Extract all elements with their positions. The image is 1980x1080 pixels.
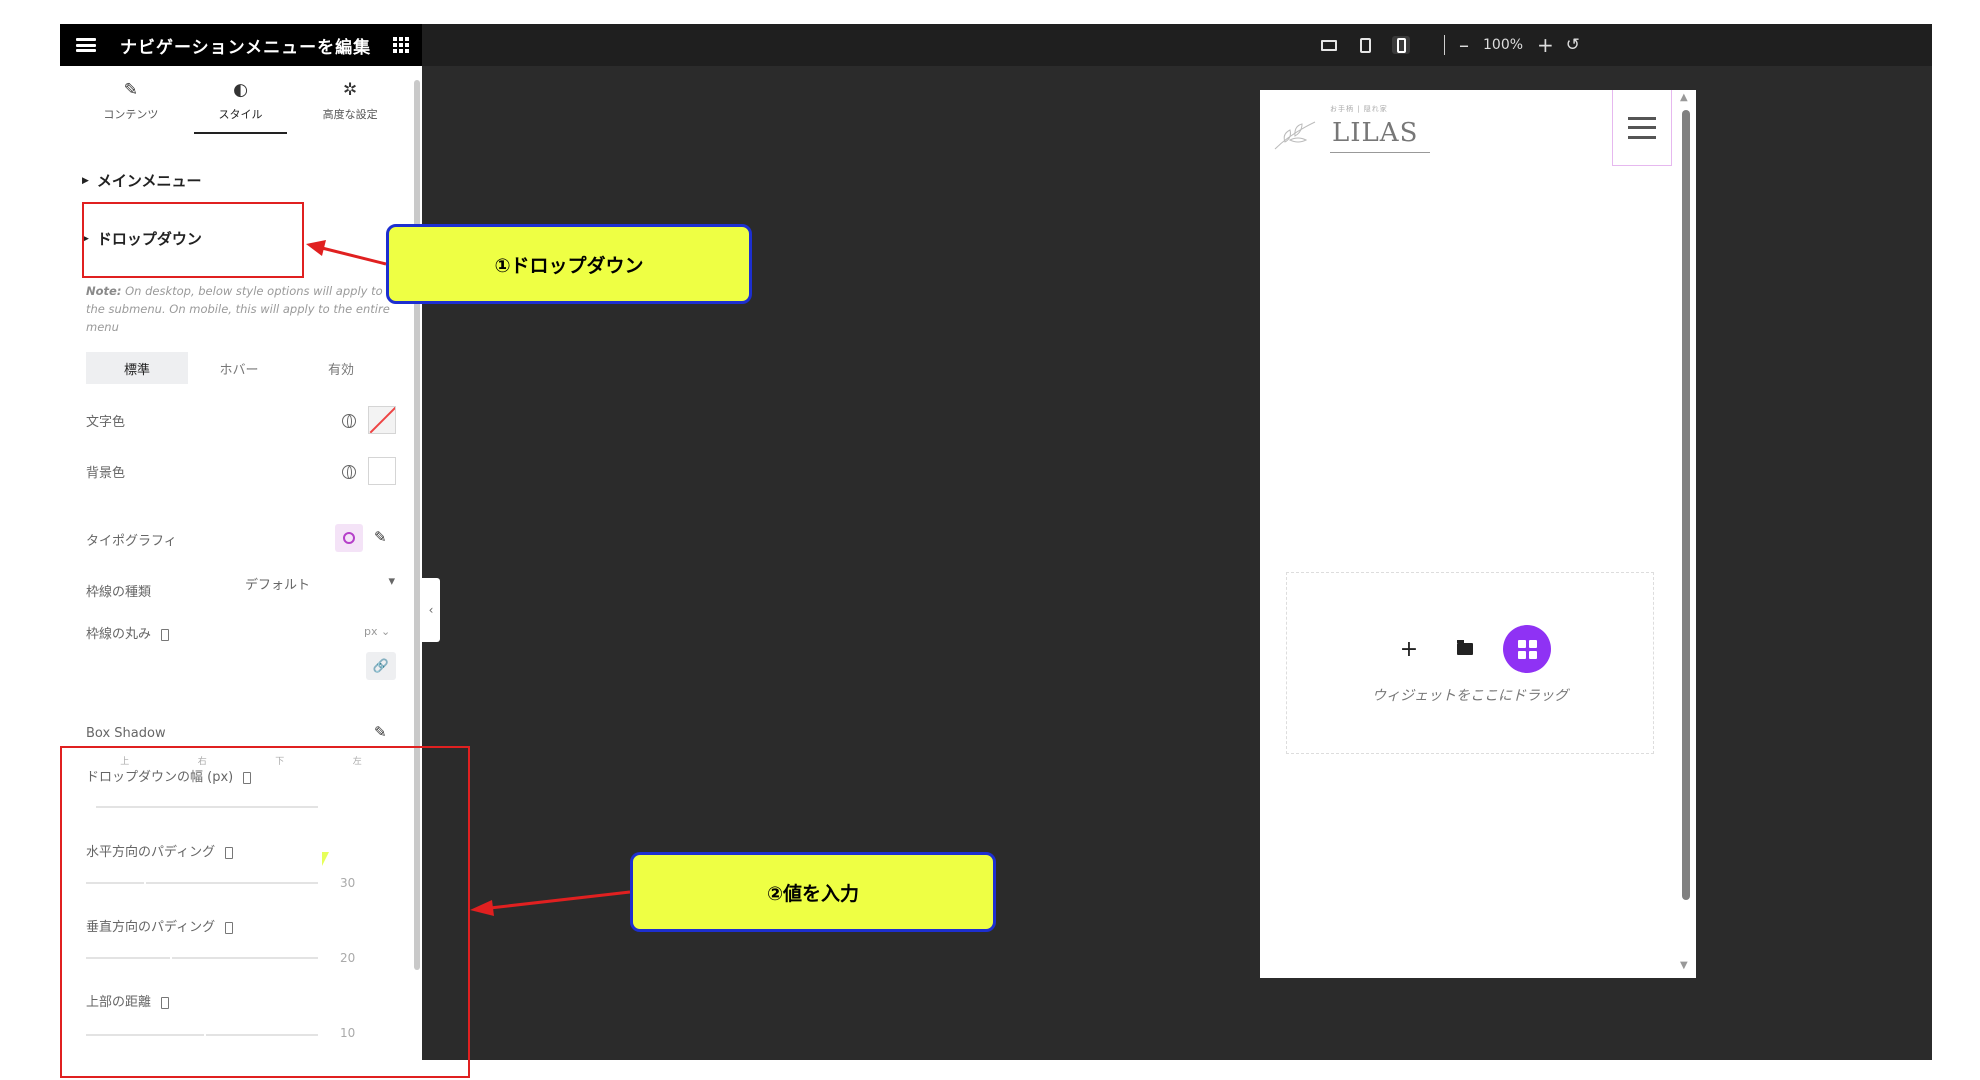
add-widget-kit-button[interactable] bbox=[1503, 625, 1551, 673]
site-logo[interactable]: LILAS bbox=[1332, 118, 1418, 148]
border-radius-label: 枠線の丸み bbox=[86, 623, 170, 642]
zoom-level: 100% bbox=[1483, 37, 1524, 53]
border-type-label: 枠線の種類 bbox=[86, 585, 152, 600]
note-text: On desktop, below style options will app… bbox=[86, 284, 390, 334]
mobile-preview: お手柄 | 隠れ家 LILAS ▲ ▼ + ウィジェットをここにドラッグ bbox=[1260, 90, 1696, 978]
border-type-select[interactable]: デフォルト ▾ bbox=[245, 574, 395, 593]
panel-tabs: ✎ コンテンツ ◐ スタイル ✲ 高度な設定 bbox=[60, 66, 421, 136]
scroll-down-arrow-icon[interactable]: ▼ bbox=[1680, 960, 1688, 971]
panel-header: ナビゲーションメニューを編集 bbox=[60, 24, 422, 66]
tab-advanced-label: 高度な設定 bbox=[322, 108, 378, 121]
edit-typography-icon[interactable]: ✎ bbox=[374, 528, 387, 546]
unit-select[interactable]: px ⌄ bbox=[364, 625, 390, 638]
dropdown-note: Note: On desktop, below style options wi… bbox=[86, 282, 396, 336]
caret-right-icon: ▶ bbox=[82, 175, 89, 186]
tab-style-label: スタイル bbox=[218, 108, 263, 121]
drop-zone-text: ウィジェットをここにドラッグ bbox=[1372, 688, 1568, 704]
desktop-view-button[interactable] bbox=[1320, 36, 1338, 54]
tab-content[interactable]: ✎ コンテンツ bbox=[76, 66, 186, 136]
panel-title: ナビゲーションメニューを編集 bbox=[120, 37, 372, 58]
tablet-view-button[interactable] bbox=[1356, 36, 1374, 54]
logo-underline bbox=[1330, 152, 1430, 153]
device-switcher: – 100% + ↺ bbox=[1320, 24, 1580, 66]
edit-box-shadow-icon[interactable]: ✎ bbox=[374, 723, 387, 741]
text-color-label: 文字色 bbox=[86, 415, 126, 430]
tab-active[interactable]: 有効 bbox=[290, 352, 392, 384]
tab-content-label: コンテンツ bbox=[103, 108, 159, 121]
tab-hover[interactable]: ホバー bbox=[188, 352, 290, 384]
hamburger-menu-icon[interactable] bbox=[76, 38, 96, 52]
mobile-icon bbox=[1396, 37, 1406, 53]
grid-icon bbox=[1517, 639, 1537, 659]
zoom-out-button[interactable]: – bbox=[1459, 33, 1469, 57]
border-type-value: デフォルト bbox=[245, 578, 311, 593]
folder-icon bbox=[1457, 640, 1473, 655]
tab-normal[interactable]: 標準 bbox=[86, 352, 188, 384]
preview-scrollbar[interactable] bbox=[1682, 110, 1690, 900]
mouse-cursor-icon bbox=[322, 852, 329, 866]
state-tabs: 標準 ホバー 有効 bbox=[86, 352, 392, 384]
tab-advanced[interactable]: ✲ 高度な設定 bbox=[295, 66, 405, 136]
widgets-grid-icon[interactable] bbox=[393, 37, 410, 53]
global-typography-icon[interactable] bbox=[335, 524, 363, 552]
text-color-swatch[interactable] bbox=[368, 406, 396, 434]
logo-tagline: お手柄 | 隠れ家 bbox=[1330, 105, 1388, 113]
nav-menu-toggle[interactable] bbox=[1612, 90, 1672, 166]
widget-drop-zone[interactable]: + ウィジェットをここにドラッグ bbox=[1286, 572, 1654, 754]
box-shadow-label: Box Shadow bbox=[86, 726, 166, 741]
collapse-panel-button[interactable]: ‹ bbox=[422, 578, 440, 642]
global-color-icon[interactable] bbox=[342, 414, 356, 428]
global-color-icon[interactable] bbox=[342, 465, 356, 479]
add-section-button[interactable]: + bbox=[1391, 631, 1427, 667]
bg-color-swatch[interactable] bbox=[368, 457, 396, 485]
highlight-dropdown-section bbox=[82, 202, 304, 278]
border-radius-text: 枠線の丸み bbox=[86, 627, 152, 642]
tablet-icon bbox=[1359, 37, 1371, 53]
typography-label: タイポグラフィ bbox=[86, 534, 177, 549]
top-bar: ナビゲーションメニューを編集 – 100% + ↺ bbox=[60, 24, 1932, 66]
mobile-icon bbox=[161, 628, 170, 641]
pencil-icon: ✎ bbox=[123, 80, 138, 100]
note-label: Note: bbox=[86, 284, 122, 298]
add-template-button[interactable] bbox=[1447, 631, 1483, 667]
editor-app: ナビゲーションメニューを編集 – 100% + ↺ ✎ コンテンツ ◐ スタイル bbox=[0, 0, 1980, 1080]
desktop-icon bbox=[1321, 39, 1337, 51]
callout-enter-value: ②値を入力 bbox=[630, 852, 996, 932]
tab-style[interactable]: ◐ スタイル bbox=[186, 66, 296, 136]
hamburger-menu-icon bbox=[1628, 116, 1656, 139]
mobile-view-button[interactable] bbox=[1392, 36, 1410, 54]
toolbar-divider bbox=[1444, 35, 1445, 55]
zoom-in-button[interactable]: + bbox=[1537, 33, 1554, 57]
section-main-menu-label: メインメニュー bbox=[96, 172, 202, 190]
highlight-value-fields bbox=[60, 746, 470, 1078]
scroll-up-arrow-icon[interactable]: ▲ bbox=[1680, 92, 1688, 103]
plus-icon: + bbox=[1399, 636, 1419, 662]
callout-dropdown: ①ドロップダウン bbox=[386, 224, 752, 304]
bg-color-label: 背景色 bbox=[86, 466, 126, 481]
drop-zone-buttons: + bbox=[1391, 625, 1551, 673]
link-values-button[interactable]: 🔗 bbox=[366, 652, 396, 680]
section-main-menu[interactable]: ▶ メインメニュー bbox=[82, 170, 201, 191]
reset-zoom-icon[interactable]: ↺ bbox=[1566, 35, 1580, 55]
chevron-down-icon: ▾ bbox=[388, 574, 395, 589]
gear-icon: ✲ bbox=[343, 80, 358, 100]
logo-leaf-icon bbox=[1274, 121, 1316, 150]
contrast-icon: ◐ bbox=[233, 80, 248, 100]
